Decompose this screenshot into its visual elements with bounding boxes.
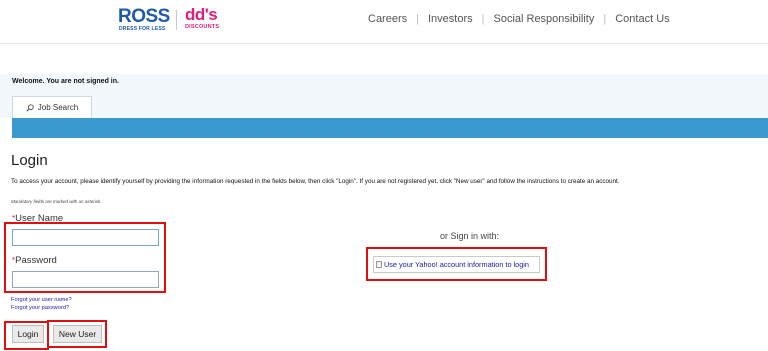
welcome-message: Welcome. You are not signed in. bbox=[12, 78, 119, 85]
dds-logo-text: dd's bbox=[185, 5, 218, 24]
content-header-bar bbox=[12, 118, 768, 138]
forgot-username-link[interactable]: Forgot your user name? bbox=[11, 297, 72, 303]
nav-investors[interactable]: Investors bbox=[428, 13, 473, 25]
ross-logo[interactable]: ROSS DRESS FOR LESS bbox=[118, 6, 170, 33]
logo-divider bbox=[176, 10, 177, 30]
nav-divider: | bbox=[416, 13, 419, 25]
password-input[interactable] bbox=[12, 271, 159, 288]
ross-logo-tagline: DRESS FOR LESS bbox=[119, 26, 166, 32]
search-icon bbox=[26, 103, 34, 112]
username-input[interactable] bbox=[12, 229, 159, 246]
broken-image-icon bbox=[376, 261, 382, 268]
forgot-password-link[interactable]: Forgot your password? bbox=[11, 305, 69, 311]
password-label: *Password bbox=[12, 255, 57, 266]
yahoo-signin-button[interactable]: Use your Yahoo! account information to l… bbox=[373, 256, 540, 273]
tab-job-search[interactable]: Job Search bbox=[12, 96, 92, 118]
username-label-text: User Name bbox=[15, 213, 64, 224]
dds-logo[interactable]: dd's DISCOUNTS bbox=[185, 6, 235, 32]
login-button[interactable]: Login bbox=[12, 325, 44, 343]
top-nav: Careers | Investors | Social Responsibil… bbox=[368, 11, 670, 27]
nav-careers[interactable]: Careers bbox=[368, 13, 407, 25]
ross-logo-text: ROSS bbox=[118, 6, 170, 27]
nav-divider: | bbox=[603, 13, 607, 25]
username-label: *User Name bbox=[12, 213, 63, 224]
yahoo-signin-alt-text: Use your Yahoo! account information to l… bbox=[384, 260, 529, 269]
nav-contact-us[interactable]: Contact Us bbox=[615, 13, 669, 25]
alt-signin-label: or Sign in with: bbox=[440, 231, 500, 241]
new-user-button[interactable]: New User bbox=[53, 325, 102, 343]
nav-divider: | bbox=[481, 13, 485, 25]
password-label-text: Password bbox=[15, 255, 57, 266]
page-title: Login bbox=[11, 152, 48, 169]
dds-logo-tagline: DISCOUNTS bbox=[185, 24, 220, 30]
mandatory-note: Mandatory fields are marked with an aste… bbox=[11, 199, 102, 204]
nav-social-responsibility[interactable]: Social Responsibility bbox=[493, 13, 594, 25]
tab-job-search-label: Job Search bbox=[37, 103, 79, 112]
login-instructions: To access your account, please identify … bbox=[11, 178, 620, 185]
